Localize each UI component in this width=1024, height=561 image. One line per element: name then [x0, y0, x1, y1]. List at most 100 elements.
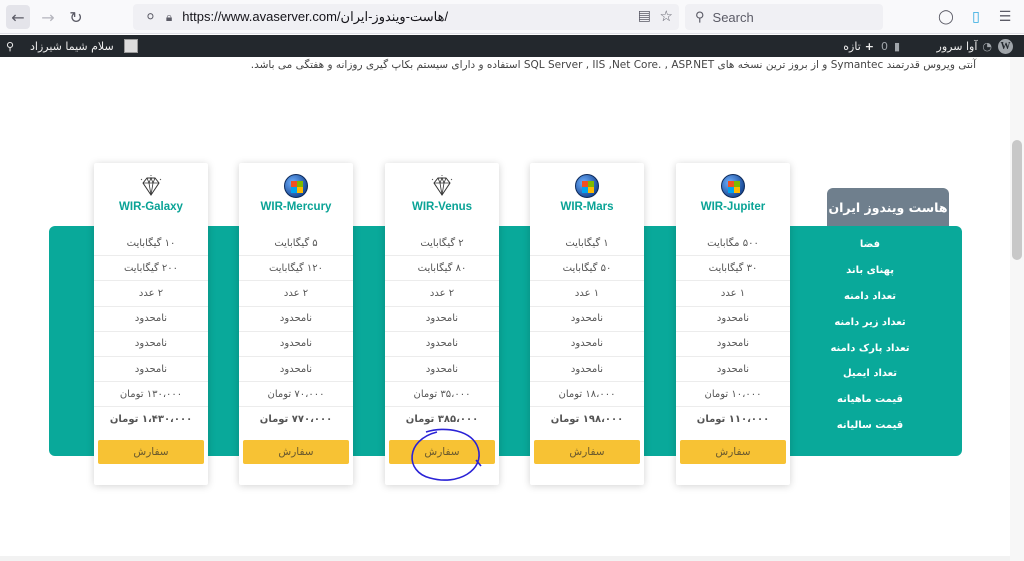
plan-value: ۲ عدد: [94, 281, 208, 307]
plan-card: WIR-Venus ۲ گیگابایت ۸۰ گیگابایت ۲ عدد نامحد…: [385, 163, 499, 485]
order-button[interactable]: سفارش: [534, 440, 640, 464]
plan-value: ۳۵،۰۰۰ تومان: [385, 382, 499, 408]
windows-globe-icon: [284, 174, 308, 198]
plan-value: ۱۹۸،۰۰۰ تومان: [550, 414, 624, 426]
plan-values: ۲ گیگابایت ۸۰ گیگابایت ۲ عدد نامحدود نامحدود…: [385, 231, 499, 433]
plan-values: ۵ گیگابایت ۱۲۰ گیگابایت ۲ عدد نامحدود نامحدو…: [239, 231, 353, 433]
plan-value: نامحدود: [385, 332, 499, 357]
intro-paragraph: آنتی ویروس قدرتمند Symantec و از بروز تر…: [250, 59, 976, 71]
windows-globe-icon: [575, 174, 599, 198]
plan-card: WIR-Mercury ۵ گیگابایت ۱۲۰ گیگابایت ۲ عدد نا…: [239, 163, 353, 485]
order-button[interactable]: سفارش: [98, 440, 204, 464]
plan-name: WIR-Mars: [560, 201, 614, 213]
wp-admin-bar: ⚲ سلام شیما شیرزاد W ◔ آوا سرور 0 ▮ + تا…: [0, 35, 1024, 57]
feature-label: تعداد زیر دامنه: [834, 316, 906, 328]
comment-icon: ▮: [893, 39, 900, 53]
forward-button[interactable]: →: [36, 5, 60, 29]
pocket-icon[interactable]: ◯: [936, 7, 956, 27]
plan-values: ۱۰ گیگابایت ۲۰۰ گیگابایت ۲ عدد نامحدود نامحد…: [94, 231, 208, 433]
feature-label: تعداد ایمیل: [842, 368, 898, 380]
plus-icon: +: [864, 39, 874, 53]
plan-value: نامحدود: [94, 307, 208, 332]
feature-label: قیمت ماهیانه: [837, 394, 903, 406]
plan-value: ۱۳۰،۰۰۰ تومان: [94, 382, 208, 408]
plan-value: ۵۰ گیگابایت: [530, 256, 644, 282]
plan-value: ۱،۴۳۰،۰۰۰ تومان: [109, 414, 193, 426]
plan-card: WIR-Jupiter ۵۰۰ مگابایت ۳۰ گیگابایت ۱ عدد نا…: [676, 163, 790, 485]
plan-value: ۳۸۵،۰۰۰ تومان: [405, 414, 479, 426]
diamond-icon: [140, 175, 162, 196]
plan-value: نامحدود: [239, 332, 353, 357]
plan-values: ۵۰۰ مگابایت ۳۰ گیگابایت ۱ عدد نامحدود نامحدو…: [676, 231, 790, 433]
plan-value: ۱۱۰،۰۰۰ تومان: [696, 414, 770, 426]
lock-icon[interactable]: 🔒︎: [166, 10, 172, 25]
section-title: هاست ویندوز ایران: [827, 188, 949, 226]
shield-icon[interactable]: ⚪: [145, 10, 156, 25]
scrollbar-thumb[interactable]: [1012, 140, 1022, 260]
plan-value: ۱۰،۰۰۰ تومان: [676, 382, 790, 408]
plan-value: ۷۰،۰۰۰ تومان: [239, 382, 353, 408]
bookmark-star-icon[interactable]: ☆: [660, 7, 673, 25]
diamond-icon: [431, 175, 453, 196]
order-button[interactable]: سفارش: [389, 440, 495, 464]
bottom-edge: [0, 556, 1010, 561]
plan-value: ۸۰ گیگابایت: [385, 256, 499, 282]
comments-link[interactable]: 0 ▮: [881, 35, 900, 57]
user-greeting[interactable]: سلام شیما شیرزاد: [30, 35, 138, 57]
extension-icon[interactable]: ▯: [966, 7, 986, 27]
reload-button[interactable]: ↻: [64, 5, 88, 29]
dashboard-icon: ◔: [982, 39, 992, 53]
feature-label: فضا: [859, 239, 881, 251]
plan-value: نامحدود: [530, 307, 644, 332]
feature-label: تعداد پارک دامنه: [830, 342, 910, 354]
plan-card: WIR-Galaxy ۱۰ گیگابایت ۲۰۰ گیگابایت ۲ عدد نا…: [94, 163, 208, 485]
new-content-link[interactable]: + تازه: [843, 35, 874, 57]
order-button[interactable]: سفارش: [243, 440, 349, 464]
address-bar[interactable]: ⚪ 🔒︎ https://www.avaserver.com/هاست-ویند…: [133, 4, 679, 30]
plan-name: WIR-Mercury: [260, 201, 332, 213]
back-button[interactable]: ←: [6, 5, 30, 29]
plan-value: ۱ عدد: [676, 281, 790, 307]
plan-name: WIR-Venus: [411, 201, 473, 213]
plan-name: WIR-Jupiter: [700, 201, 766, 213]
reader-view-icon[interactable]: ▤: [638, 8, 651, 24]
plan-value: نامحدود: [530, 357, 644, 383]
menu-icon[interactable]: ☰: [995, 7, 1015, 27]
search-icon: ⚲: [695, 9, 705, 24]
search-input[interactable]: ⚲ Search: [685, 4, 883, 30]
plan-value: نامحدود: [385, 357, 499, 383]
plan-card: WIR-Mars ۱ گیگابایت ۵۰ گیگابایت ۱ عدد نامحدو…: [530, 163, 644, 485]
plan-value: نامحدود: [676, 357, 790, 383]
avatar[interactable]: [123, 39, 138, 53]
browser-toolbar: ← → ↻ ⚪ 🔒︎ https://www.avaserver.com/هاس…: [0, 0, 1024, 34]
plan-value: ۷۷۰،۰۰۰ تومان: [259, 414, 333, 426]
plan-value: نامحدود: [94, 332, 208, 357]
plan-name: WIR-Galaxy: [119, 201, 183, 213]
plan-values: ۱ گیگابایت ۵۰ گیگابایت ۱ عدد نامحدود نامحدود…: [530, 231, 644, 433]
plan-value: نامحدود: [676, 307, 790, 332]
plan-value: ۲ گیگابایت: [385, 231, 499, 257]
feature-label: تعداد دامنه: [843, 290, 897, 302]
windows-globe-icon: [721, 174, 745, 198]
plan-value: ۱۰ گیگابایت: [94, 231, 208, 257]
plan-value: ۲ عدد: [239, 281, 353, 307]
plan-value: ۱۸،۰۰۰ تومان: [530, 382, 644, 408]
wordpress-logo-icon[interactable]: W: [998, 35, 1016, 57]
site-name-link[interactable]: ◔ آوا سرور: [937, 35, 992, 57]
feature-label: پهنای باند: [846, 265, 894, 277]
page-scrollbar[interactable]: [1010, 57, 1024, 561]
plan-value: نامحدود: [94, 357, 208, 383]
plan-value: ۳۰ گیگابایت: [676, 256, 790, 282]
plan-value: ۲ عدد: [385, 281, 499, 307]
plan-value: نامحدود: [676, 332, 790, 357]
search-placeholder: Search: [712, 9, 754, 25]
plan-value: نامحدود: [385, 307, 499, 332]
url-text[interactable]: https://www.avaserver.com/هاست-ویندوز-ای…: [182, 9, 448, 25]
plan-value: ۱ گیگابایت: [530, 231, 644, 257]
plan-value: ۱۲۰ گیگابایت: [239, 256, 353, 282]
plan-value: ۲۰۰ گیگابایت: [94, 256, 208, 282]
admin-search-icon[interactable]: ⚲: [6, 35, 14, 57]
plan-value: نامحدود: [239, 307, 353, 332]
order-button[interactable]: سفارش: [680, 440, 786, 464]
plan-value: نامحدود: [530, 332, 644, 357]
